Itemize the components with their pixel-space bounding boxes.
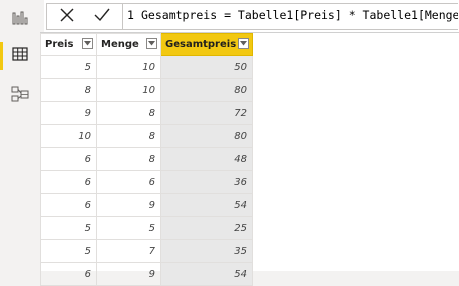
column-header-label: Preis [45, 38, 74, 50]
filter-dropdown-button[interactable] [82, 38, 93, 49]
table-row[interactable]: 6 6 36 [40, 170, 253, 194]
cell-preis[interactable]: 6 [40, 193, 97, 217]
formula-bar: 1 Gesamtpreis = Tabelle1[Preis] * Tabell… [40, 0, 459, 33]
table-row[interactable]: 6 8 48 [40, 147, 253, 171]
cell-gesamtpreis[interactable]: 35 [160, 239, 253, 263]
bar-chart-icon [12, 10, 28, 30]
cell-menge[interactable]: 8 [96, 124, 161, 148]
cell-menge[interactable]: 6 [96, 170, 161, 194]
cell-preis[interactable]: 6 [40, 147, 97, 171]
column-header-label: Menge [101, 38, 139, 50]
table-row[interactable]: 5 5 25 [40, 216, 253, 240]
header-row: Preis Menge Gesamtpreis [40, 33, 253, 56]
cell-menge[interactable]: 10 [96, 55, 161, 79]
column-header-preis[interactable]: Preis [40, 33, 97, 56]
cell-menge[interactable]: 10 [96, 78, 161, 102]
cell-menge[interactable]: 8 [96, 101, 161, 125]
formula-line-number: 1 [127, 8, 134, 22]
filter-dropdown-button[interactable] [146, 38, 157, 49]
cell-menge[interactable]: 9 [96, 193, 161, 217]
data-view-button[interactable] [0, 38, 40, 74]
table-row[interactable]: 5 10 50 [40, 55, 253, 79]
cell-preis[interactable]: 5 [40, 216, 97, 240]
check-icon [93, 7, 111, 27]
cell-menge[interactable]: 5 [96, 216, 161, 240]
formula-input[interactable]: 1 Gesamtpreis = Tabelle1[Preis] * Tabell… [122, 3, 458, 30]
cell-preis[interactable]: 6 [40, 170, 97, 194]
model-view-button[interactable] [0, 78, 40, 114]
cell-menge[interactable]: 8 [96, 147, 161, 171]
cell-preis[interactable]: 6 [40, 262, 97, 286]
cell-preis[interactable]: 5 [40, 239, 97, 263]
cell-preis[interactable]: 10 [40, 124, 97, 148]
cell-gesamtpreis[interactable]: 54 [160, 193, 253, 217]
report-view-button[interactable] [0, 2, 40, 38]
cell-menge[interactable]: 7 [96, 239, 161, 263]
cell-gesamtpreis[interactable]: 25 [160, 216, 253, 240]
table-row[interactable]: 8 10 80 [40, 78, 253, 102]
table-row[interactable]: 6 9 54 [40, 193, 253, 217]
table-icon [12, 46, 28, 66]
close-icon [59, 7, 75, 27]
chevron-down-icon [148, 41, 155, 46]
cancel-formula-button[interactable] [49, 4, 85, 29]
cell-gesamtpreis[interactable]: 80 [160, 124, 253, 148]
formula-text[interactable]: Gesamtpreis = Tabelle1[Preis] * Tabelle1… [141, 8, 458, 22]
table-row[interactable]: 6 9 54 [40, 262, 253, 286]
table-row[interactable]: 5 7 35 [40, 239, 253, 263]
cell-gesamtpreis[interactable]: 54 [160, 262, 253, 286]
cell-gesamtpreis[interactable]: 48 [160, 147, 253, 171]
cell-gesamtpreis[interactable]: 72 [160, 101, 253, 125]
table-row[interactable]: 9 8 72 [40, 101, 253, 125]
cell-preis[interactable]: 9 [40, 101, 97, 125]
data-table: Preis Menge Gesamtpreis 5 10 50 8 10 80 … [40, 33, 253, 286]
data-grid: Preis Menge Gesamtpreis 5 10 50 8 10 80 … [40, 33, 459, 286]
filter-dropdown-button[interactable] [238, 38, 249, 49]
column-header-label: Gesamtpreis [165, 38, 237, 50]
cell-gesamtpreis[interactable]: 36 [160, 170, 253, 194]
formula-bar-divider [40, 0, 44, 32]
cell-gesamtpreis[interactable]: 80 [160, 78, 253, 102]
cell-gesamtpreis[interactable]: 50 [160, 55, 253, 79]
column-header-menge[interactable]: Menge [96, 33, 161, 56]
cell-menge[interactable]: 9 [96, 262, 161, 286]
column-header-gesamtpreis[interactable]: Gesamtpreis [160, 33, 253, 56]
table-row[interactable]: 10 8 80 [40, 124, 253, 148]
view-switcher-rail [0, 0, 40, 271]
chevron-down-icon [240, 41, 247, 46]
model-icon [11, 85, 29, 107]
cell-preis[interactable]: 8 [40, 78, 97, 102]
commit-formula-button[interactable] [84, 4, 120, 29]
cell-preis[interactable]: 5 [40, 55, 97, 79]
chevron-down-icon [84, 41, 91, 46]
